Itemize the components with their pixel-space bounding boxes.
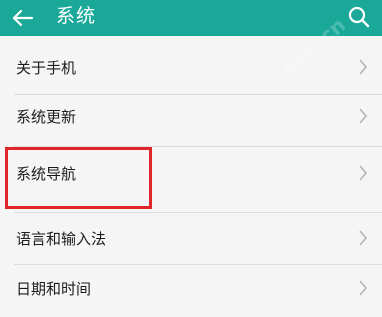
settings-item-date-time[interactable]: 日期和时间 [0, 261, 382, 315]
settings-item-label: 系统更新 [16, 108, 77, 126]
chevron-right-icon [359, 230, 368, 246]
settings-item-language-input[interactable]: 语言和输入法 [0, 211, 382, 265]
chevron-right-icon [359, 280, 368, 296]
chevron-right-icon [359, 108, 368, 124]
chevron-right-icon [359, 165, 368, 181]
settings-item-label: 语言和输入法 [16, 230, 107, 248]
page-title: 系统 [56, 5, 97, 27]
app-bar: 系统 [0, 0, 382, 36]
settings-item-label: 关于手机 [16, 59, 77, 77]
settings-item-label: 日期和时间 [16, 280, 92, 298]
highlight-box [5, 147, 152, 209]
settings-item-about-phone[interactable]: 关于手机 [0, 40, 382, 94]
search-icon[interactable] [346, 4, 372, 30]
chevron-right-icon [359, 59, 368, 75]
back-arrow-icon[interactable] [8, 3, 38, 33]
settings-item-system-update[interactable]: 系统更新 [0, 89, 382, 143]
